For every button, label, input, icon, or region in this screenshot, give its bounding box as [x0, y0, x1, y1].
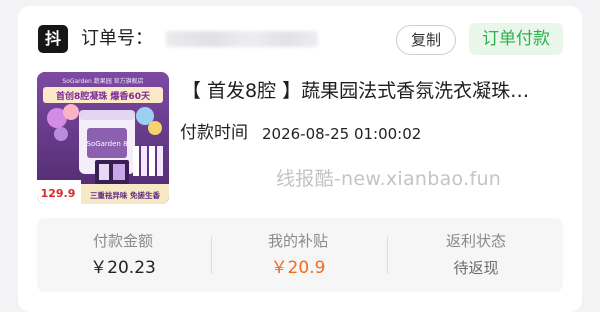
product-price-text: 129.9	[41, 187, 76, 200]
copy-button[interactable]: 复制	[396, 25, 456, 55]
rebate-status-value: 待返现	[453, 259, 499, 277]
order-number-redacted	[166, 31, 318, 47]
rebate-status-label: 返利状态	[445, 232, 506, 250]
order-number-label: 订单号：	[81, 28, 153, 49]
paid-amount-label: 付款金额	[92, 232, 153, 250]
product-jar-label: SoGarden 8	[86, 140, 127, 148]
order-stats-panel: 付款金额 ￥20.23 我的补贴 ￥20.9 返利状态 待返现	[37, 218, 563, 292]
rebate-status-stat: 返利状态 待返现	[389, 218, 563, 292]
paid-amount-stat: 付款金额 ￥20.23	[37, 218, 209, 292]
product-image-illustration: SoGarden 蔬果园 官方旗舰店 首创8腔凝珠 爆香60天 SoGarden…	[37, 72, 169, 204]
my-subsidy-value: ￥20.9	[270, 258, 326, 278]
product-title[interactable]: 【 首发8腔 】蔬果园法式香氛洗衣凝珠…	[182, 76, 572, 106]
watermark-text: 线报酷-new.xianbao.fun	[276, 168, 502, 190]
my-subsidy-label: 我的补贴	[267, 232, 328, 250]
pay-time-label: 付款时间	[180, 123, 248, 143]
order-card[interactable]: 抖 订单号： 复制 订单付款 SoGarden 蔬果园 官方旗舰店 首创8腔凝珠…	[18, 6, 582, 312]
my-subsidy-stat: 我的补贴 ￥20.9	[212, 218, 384, 292]
product-bottom-text: 三重祛异味 免搓生香	[90, 190, 161, 200]
product-image[interactable]: SoGarden 蔬果园 官方旗舰店 首创8腔凝珠 爆香60天 SoGarden…	[37, 72, 169, 204]
payment-status-badge: 订单付款	[469, 23, 563, 55]
pay-time-value: 2026-08-25 01:00:02	[262, 125, 422, 143]
douyin-logo-icon: 抖	[38, 25, 68, 53]
paid-amount-value: ￥20.23	[90, 258, 156, 278]
product-banner-text: 首创8腔凝珠 爆香60天	[56, 90, 151, 102]
stat-divider	[387, 236, 388, 274]
product-brand-text: SoGarden 蔬果园 官方旗舰店	[62, 77, 143, 85]
